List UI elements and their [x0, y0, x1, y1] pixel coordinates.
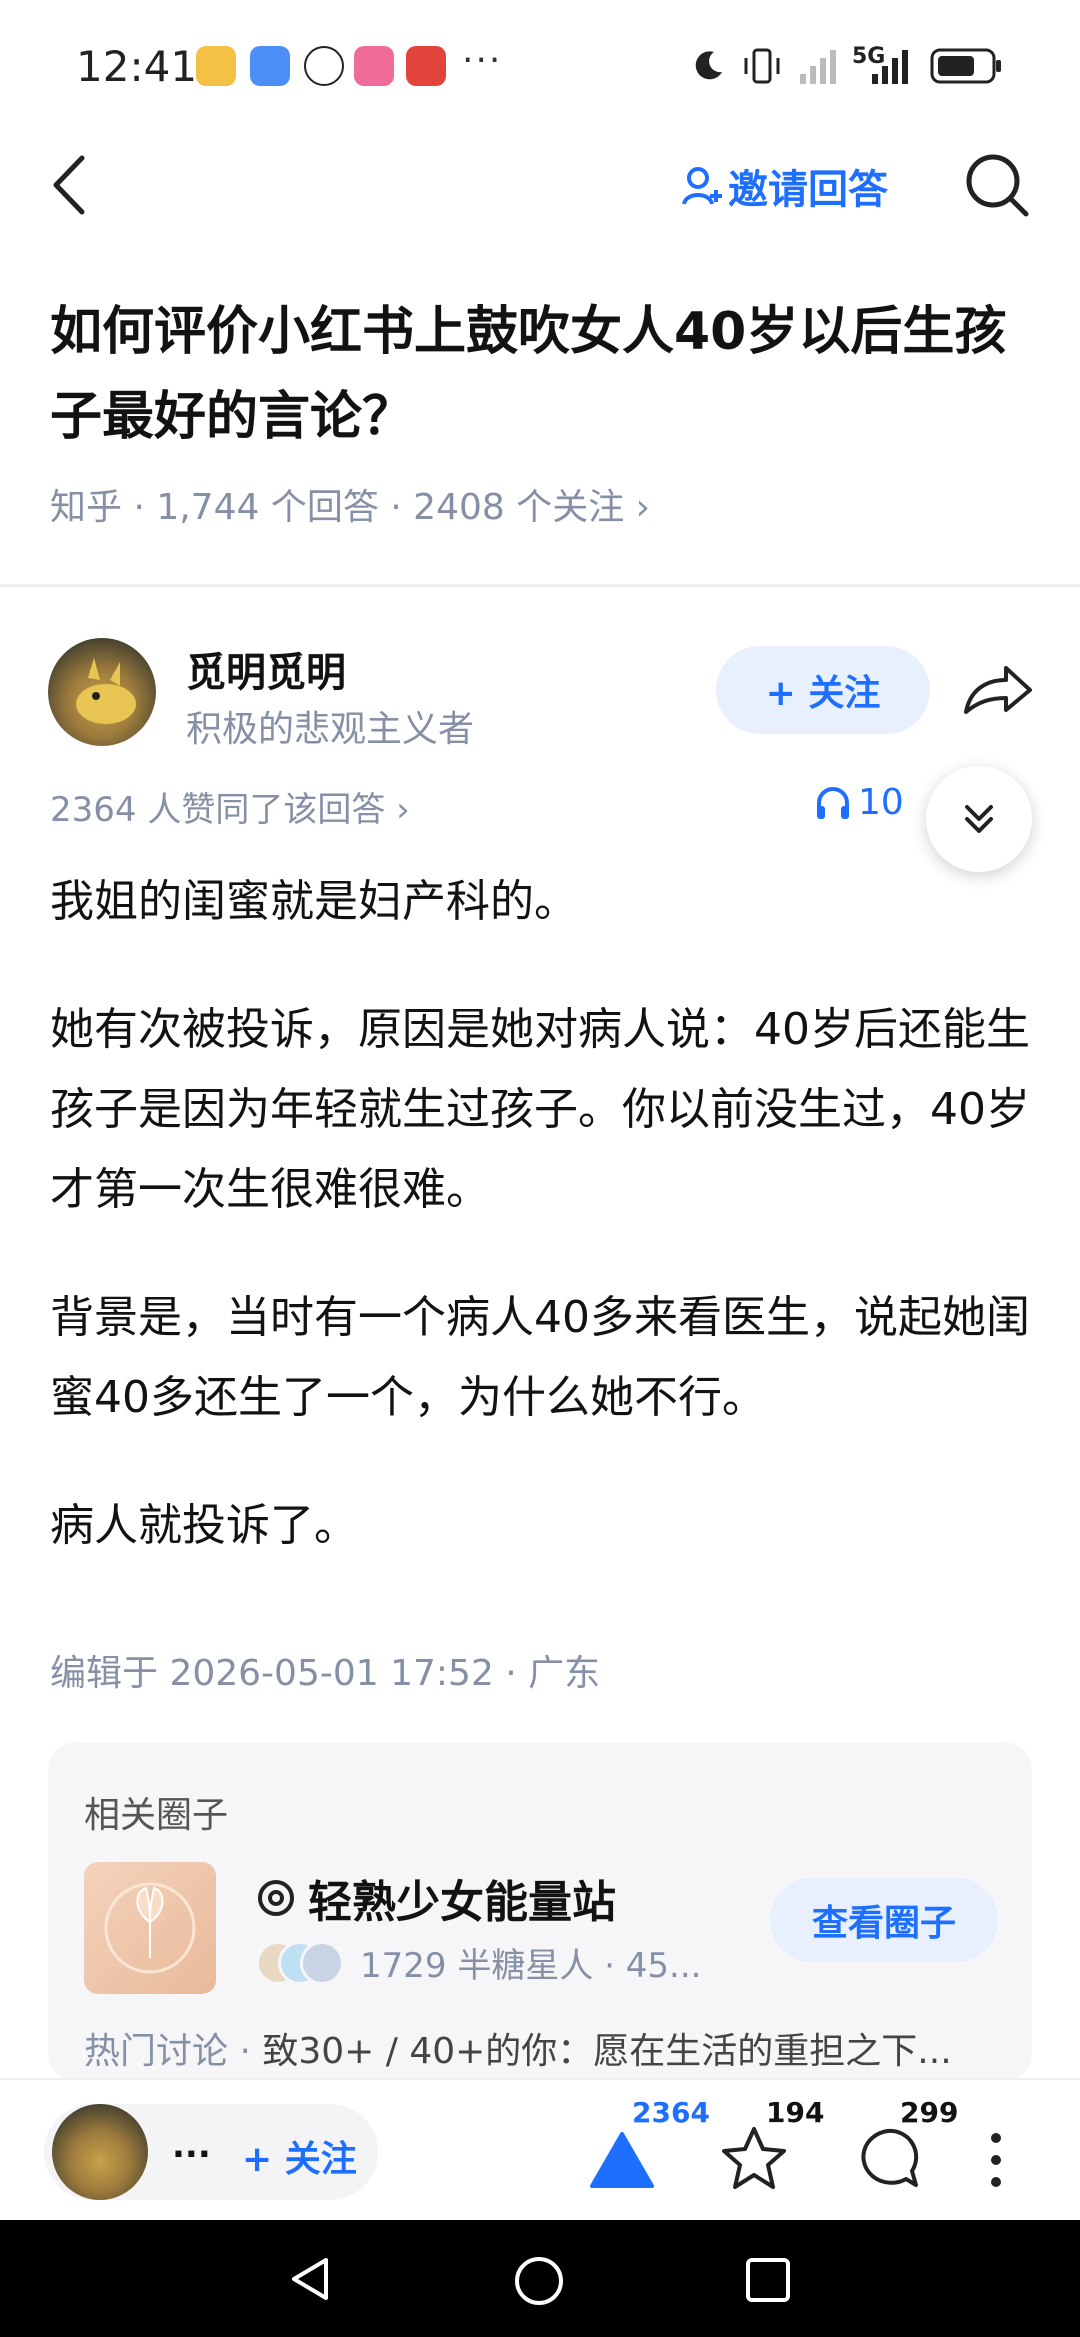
author-avatar[interactable] — [48, 638, 156, 746]
weibo-icon — [196, 46, 236, 86]
answer-content: 我姐的闺蜜就是妇产科的。 她有次被投诉，原因是她对病人说：40岁后还能生孩子是因… — [50, 862, 1040, 1614]
comment-bubble-icon — [861, 2128, 919, 2187]
answer-paragraph: 她有次被投诉，原因是她对病人说：40岁后还能生孩子是因为年轻就生过孩子。你以前没… — [50, 1004, 1030, 1215]
nav-recents-icon[interactable] — [744, 2256, 792, 2304]
circle-name: 轻熟少女能量站 — [308, 1877, 616, 1928]
circle-target-icon — [258, 1880, 294, 1916]
upvote-count: 2364 — [632, 2096, 710, 2129]
divider — [0, 584, 1080, 587]
member-avatars — [256, 1940, 344, 1985]
related-circle-card[interactable]: 相关圈子 轻熟少女能量站 1729 半糖星人 · 45... 查看圈子 热门讨论… — [48, 1742, 1032, 2082]
pikachu-avatar-icon — [76, 658, 136, 724]
circle-members: 1729 半糖星人 · 45... — [256, 1938, 701, 1987]
favorite-button[interactable] — [716, 2120, 792, 2196]
system-navigation-bar — [0, 2220, 1080, 2337]
circle-member-count: 1729 半糖星人 · 45... — [360, 1946, 702, 1986]
qq-icon — [304, 46, 344, 86]
question-meta[interactable]: 知乎 · 1,744 个回答 · 2408 个关注 › — [50, 478, 650, 530]
follow-button[interactable]: + 关注 — [716, 646, 930, 734]
edit-info: 编辑于 2026-05-01 17:52 · 广东 — [50, 1653, 601, 1694]
upvote-button[interactable] — [584, 2122, 660, 2198]
vibrate-icon — [744, 48, 780, 84]
listen-button[interactable]: 10 — [814, 782, 904, 823]
likes-summary[interactable]: 2364 人赞同了该回答 › — [50, 782, 410, 831]
more-notifications: ··· — [462, 40, 503, 81]
member-avatar — [300, 1940, 344, 1985]
hot-discussion-text: 致30+ / 40+的你：愿在生活的重担之下... — [262, 2031, 952, 2072]
moon-icon — [695, 51, 722, 80]
star-icon — [722, 2127, 786, 2189]
back-arrow-icon[interactable] — [44, 150, 94, 220]
status-bar: 12:41 ··· 5G — [0, 0, 1080, 135]
more-options-icon[interactable] — [984, 2130, 1008, 2190]
share-icon[interactable] — [962, 660, 1034, 720]
related-circle-header: 相关圈子 — [84, 1795, 229, 1836]
invite-answer-label: 邀请回答 — [728, 167, 888, 213]
author-bio: 积极的悲观主义者 — [186, 709, 475, 750]
bottom-action-bar: ... + 关注 2364 194 299 — [0, 2078, 1080, 2220]
circle-thumbnail — [84, 1862, 216, 1994]
signal-icon-2 — [872, 50, 908, 84]
nav-home-icon[interactable] — [512, 2254, 566, 2308]
answer-paragraph: 我姐的闺蜜就是妇产科的。 — [50, 876, 578, 927]
view-circle-button[interactable]: 查看圈子 — [770, 1878, 998, 1962]
person-add-icon — [682, 167, 722, 205]
battery-icon — [930, 48, 1001, 84]
upvote-triangle-icon — [590, 2132, 654, 2188]
collapse-button[interactable] — [926, 766, 1032, 872]
listen-count: 10 — [858, 782, 904, 823]
double-chevron-down-icon — [965, 805, 993, 833]
comment-button[interactable] — [850, 2120, 926, 2196]
tulip-icon — [104, 1882, 196, 1974]
invite-answer-button[interactable]: 邀请回答 — [680, 158, 888, 214]
bottom-follow-button[interactable]: + 关注 — [242, 2130, 357, 2182]
author-follow-pill[interactable]: ... + 关注 — [44, 2104, 378, 2200]
answer-paragraph: 病人就投诉了。 — [50, 1500, 358, 1551]
message-icon — [250, 46, 290, 86]
search-icon[interactable] — [962, 150, 1032, 220]
author-name[interactable]: 觅明觅明 — [186, 640, 346, 698]
signal-icon-1 — [800, 50, 836, 84]
question-title[interactable]: 如何评价小红书上鼓吹女人40岁以后生孩子最好的言论？ — [50, 290, 1040, 460]
status-time: 12:41 — [76, 42, 198, 91]
nav-back-icon[interactable] — [286, 2254, 336, 2304]
circle-name-row[interactable]: 轻熟少女能量站 — [256, 1866, 616, 1930]
favorite-count: 194 — [766, 2096, 825, 2129]
answer-paragraph: 背景是，当时有一个病人40多来看医生，说起她闺蜜40多还生了一个，为什么她不行。 — [50, 1292, 1030, 1423]
headphones-icon — [817, 786, 849, 819]
bottom-author-name: ... — [172, 2126, 211, 2166]
bottom-author-avatar[interactable] — [52, 2104, 148, 2200]
hot-discussion[interactable]: 热门讨论 · 致30+ / 40+的你：愿在生活的重担之下... — [84, 2022, 952, 2074]
comment-count: 299 — [900, 2096, 959, 2129]
bilibili-icon — [354, 46, 394, 86]
hot-discussion-label: 热门讨论 · — [84, 2031, 263, 2072]
alipay-icon — [406, 46, 446, 86]
